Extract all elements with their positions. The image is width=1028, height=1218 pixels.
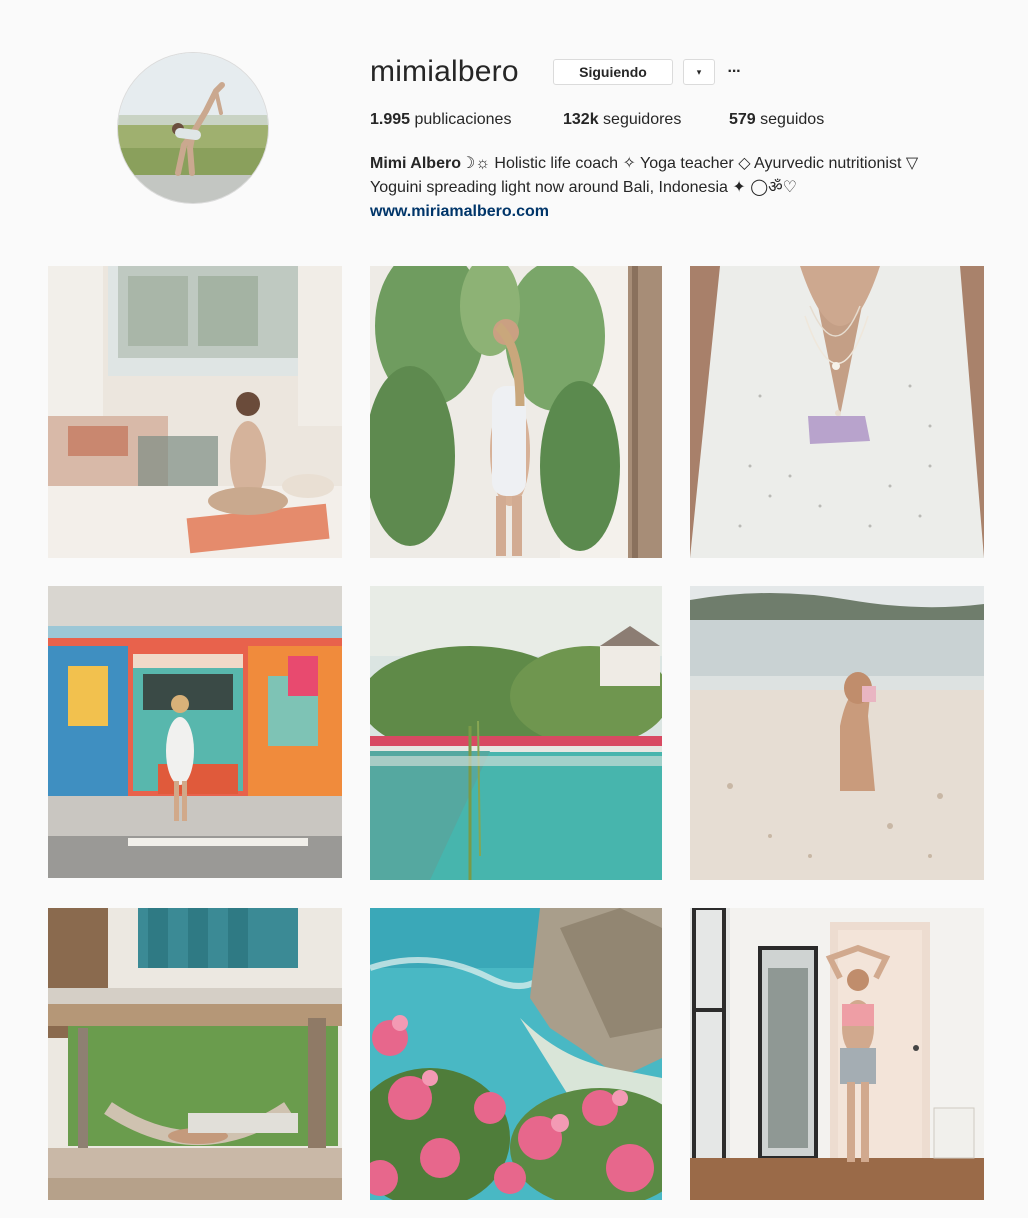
follow-options-dropdown[interactable]: ▾ bbox=[683, 59, 715, 85]
polka-dot-dress-closeup-image bbox=[690, 266, 984, 558]
cliff-ocean-bougainvillea-image bbox=[370, 908, 662, 1200]
ellipsis-icon: ··· bbox=[727, 63, 742, 80]
followers-count: 132k bbox=[563, 111, 599, 128]
profile-photo bbox=[118, 53, 268, 203]
bio-text-2: Yoguini spreading light now around Bali,… bbox=[370, 179, 798, 196]
profile-avatar bbox=[118, 53, 268, 203]
post-thumbnail[interactable] bbox=[370, 266, 662, 558]
beach-forward-bend-image bbox=[690, 586, 984, 880]
post-thumbnail[interactable] bbox=[690, 586, 984, 880]
post-thumbnail[interactable] bbox=[48, 586, 342, 878]
post-thumbnail[interactable] bbox=[690, 266, 984, 558]
white-room-stretch-image bbox=[690, 908, 984, 1200]
following-button[interactable]: Siguiendo bbox=[553, 59, 673, 85]
bio-full-name: Mimi Albero bbox=[370, 155, 461, 172]
followers-stat[interactable]: 132k seguidores bbox=[563, 110, 681, 130]
resort-infinity-pool-image bbox=[370, 586, 662, 880]
post-thumbnail[interactable] bbox=[48, 266, 342, 558]
tropical-leaves-swimsuit-image bbox=[370, 266, 662, 558]
more-options-button[interactable]: ··· bbox=[724, 60, 744, 84]
chevron-down-icon: ▾ bbox=[696, 66, 702, 77]
bio-website-link[interactable]: www.miriamalbero.com bbox=[370, 200, 990, 224]
post-thumbnail[interactable] bbox=[690, 908, 984, 1200]
yoga-meditation-lounge-image bbox=[48, 266, 342, 558]
post-thumbnail[interactable] bbox=[48, 908, 342, 1200]
bio-line-1: Mimi Albero☽☼ Holistic life coach ✧ Yoga… bbox=[370, 152, 990, 176]
followers-label: seguidores bbox=[603, 111, 682, 128]
posts-stat: 1.995 publicaciones bbox=[370, 110, 511, 130]
post-thumbnail[interactable] bbox=[370, 586, 662, 880]
following-stat[interactable]: 579 seguidos bbox=[729, 110, 824, 130]
posts-label: publicaciones bbox=[414, 111, 512, 128]
profile-bio: Mimi Albero☽☼ Holistic life coach ✧ Yoga… bbox=[370, 152, 990, 224]
posts-count: 1.995 bbox=[370, 111, 411, 128]
following-count: 579 bbox=[729, 111, 756, 128]
following-label: seguidos bbox=[760, 111, 825, 128]
colorful-mural-kiosk-image bbox=[48, 586, 342, 878]
profile-username: mimialbero bbox=[370, 55, 519, 88]
bio-text-1: ☽☼ Holistic life coach ✧ Yoga teacher ◇ … bbox=[460, 155, 919, 172]
post-thumbnail[interactable] bbox=[370, 908, 662, 1200]
hammock-terrace-image bbox=[48, 908, 342, 1200]
